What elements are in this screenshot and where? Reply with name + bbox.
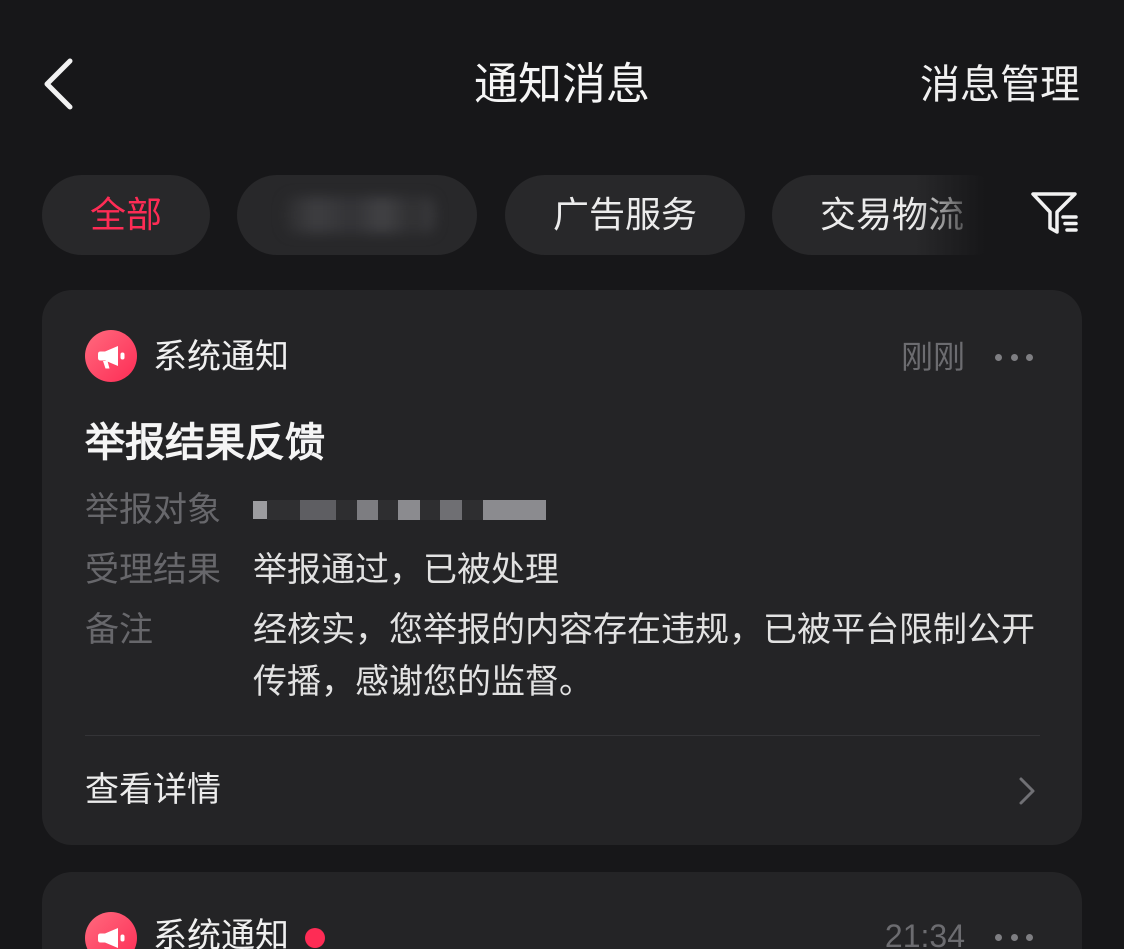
notification-title: 举报结果反馈 xyxy=(85,421,325,465)
field-value: 经核实，您举报的内容存在违规，已被平台限制公开传播，感谢您的监督。 xyxy=(253,611,1035,701)
message-management-button[interactable]: 消息管理 xyxy=(920,60,1080,110)
field-label: 受理结果 xyxy=(85,551,221,589)
unread-dot xyxy=(305,928,325,948)
notification-card[interactable]: 系统通知 刚刚 举报结果反馈 举报对象 受理结果 举报通过，已被处理 备注 经核… xyxy=(42,290,1082,845)
more-dots-icon[interactable] xyxy=(995,353,1033,361)
back-chevron-left-icon[interactable] xyxy=(40,58,76,110)
view-details-label: 查看详情 xyxy=(85,771,221,809)
tabs-scroll-fade xyxy=(915,175,985,255)
megaphone-icon xyxy=(85,330,137,382)
notification-time: 21:34 xyxy=(884,918,965,949)
view-details-button[interactable]: 查看详情 xyxy=(42,740,1082,840)
field-label: 备注 xyxy=(85,611,153,649)
more-dots-icon[interactable] xyxy=(995,933,1033,941)
megaphone-icon xyxy=(85,912,137,949)
notification-time: 刚刚 xyxy=(900,339,965,375)
field-label: 举报对象 xyxy=(85,491,221,529)
divider xyxy=(85,735,1040,736)
tab-ad-services[interactable]: 广告服务 xyxy=(505,175,745,255)
page-title: 通知消息 xyxy=(474,60,650,109)
tab-all[interactable]: 全部 xyxy=(42,175,210,255)
blurred-tab-label xyxy=(285,197,435,233)
tab-blurred[interactable] xyxy=(237,175,477,255)
field-row-remark: 备注 经核实，您举报的内容存在违规，已被平台限制公开传播，感谢您的监督。 xyxy=(85,604,1055,708)
notification-source: 系统通知 xyxy=(153,338,289,376)
field-row-result: 受理结果 举报通过，已被处理 xyxy=(85,544,1055,596)
notification-card[interactable]: 系统通知 21:34 xyxy=(42,872,1082,949)
category-tabs: 全部 广告服务 交易物流 xyxy=(0,175,985,255)
field-value: 举报通过，已被处理 xyxy=(253,551,559,589)
field-row-report-target: 举报对象 xyxy=(85,484,1055,536)
filter-icon[interactable] xyxy=(1029,188,1081,240)
chevron-right-icon xyxy=(1019,777,1035,805)
redacted-value xyxy=(253,484,1053,536)
notification-fields: 举报对象 受理结果 举报通过，已被处理 备注 经核实，您举报的内容存在违规，已被… xyxy=(85,484,1055,716)
notification-source: 系统通知 xyxy=(153,917,289,949)
